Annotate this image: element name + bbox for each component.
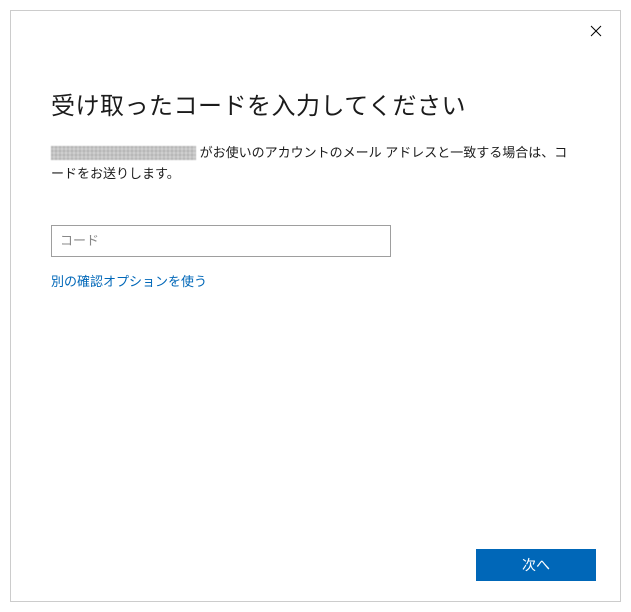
redacted-email — [51, 146, 196, 160]
dialog-content: 受け取ったコードを入力してください がお使いのアカウントのメール アドレスと一致… — [11, 11, 620, 291]
description-text: がお使いのアカウントのメール アドレスと一致する場合は、コードをお送りします。 — [51, 143, 580, 185]
page-title: 受け取ったコードを入力してください — [51, 86, 580, 121]
code-input[interactable] — [51, 225, 391, 257]
close-button[interactable] — [586, 23, 606, 43]
alternative-option-link[interactable]: 別の確認オプションを使う — [51, 271, 207, 290]
next-button[interactable]: 次へ — [476, 549, 596, 581]
verification-dialog: 受け取ったコードを入力してください がお使いのアカウントのメール アドレスと一致… — [10, 10, 621, 602]
close-icon — [590, 24, 602, 42]
